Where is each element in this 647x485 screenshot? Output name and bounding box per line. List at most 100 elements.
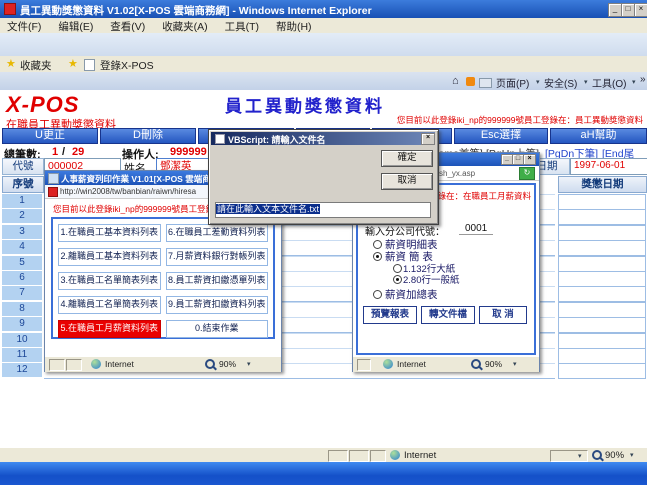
salary-window-statusbar: Internet 90% ▾ xyxy=(353,356,539,372)
award-date-cell xyxy=(558,256,646,272)
radio-paper-132[interactable] xyxy=(393,264,402,273)
menu-item-7[interactable]: 7.月薪資料銀行對帳列表 xyxy=(166,248,269,266)
maximize-button[interactable]: □ xyxy=(621,3,635,17)
menu-item-5-active[interactable]: 5.在職員工月薪資料列表 xyxy=(58,320,161,338)
salary-window-url[interactable]: sh_yx.asp xyxy=(439,169,515,178)
print-icon[interactable] xyxy=(479,78,492,88)
seq-row[interactable]: 10 xyxy=(2,333,42,347)
zoom-level[interactable]: 90% xyxy=(605,450,624,461)
window-title: 員工異動獎懲資料 V1.02[X-POS 雲端商務網] - Windows In… xyxy=(20,3,580,18)
total-count: 29 xyxy=(72,146,84,158)
filename-input[interactable]: 請在此輸入文本文件名.txt xyxy=(215,202,431,218)
favorites-link-xpos[interactable]: 登錄X-POS xyxy=(100,58,154,73)
ok-button[interactable]: 確定 xyxy=(381,150,433,167)
zoom-dd-icon[interactable]: ▾ xyxy=(513,360,517,368)
print-window-favicon xyxy=(48,187,58,197)
award-date-cell xyxy=(558,225,646,241)
seq-row[interactable]: 11 xyxy=(2,348,42,362)
company-code-label: 輸入分公司代號： xyxy=(365,223,445,238)
status-segment xyxy=(66,359,82,371)
seq-row[interactable]: 9 xyxy=(2,317,42,331)
preview-report-button[interactable]: 預覽報表 xyxy=(363,306,417,324)
zoom-dd-icon[interactable]: ▾ xyxy=(247,360,251,368)
cancel-button[interactable]: 取消 xyxy=(381,173,433,190)
total-current: 1 xyxy=(52,146,58,158)
cmd-safety[interactable]: 安全(S) xyxy=(544,75,577,90)
menu-item-1[interactable]: 1.在職員工基本資料列表 xyxy=(58,224,161,242)
menu-item-8[interactable]: 8.員工薪資扣繳憑單列表 xyxy=(166,272,269,290)
seq-row[interactable]: 4 xyxy=(2,240,42,254)
award-date-cell xyxy=(558,240,646,256)
add-favorite-icon[interactable]: ★ xyxy=(68,57,78,70)
zoom-icon xyxy=(592,450,602,460)
radio-paper-80[interactable] xyxy=(393,275,402,284)
login-notice: 您目前以此登錄iki_np的999999號員工登錄在：員工異動獎懲資料 xyxy=(300,114,643,126)
vbscript-dialog-titlebar: VBScript: 請輸入文件名 × xyxy=(211,132,435,145)
seq-row[interactable]: 6 xyxy=(2,271,42,285)
home-icon[interactable]: ⌂ xyxy=(452,75,459,87)
radio-salary-total[interactable] xyxy=(373,290,382,299)
btn-update[interactable]: U更正 xyxy=(2,128,98,144)
award-date-cell xyxy=(558,302,646,318)
export-file-button[interactable]: 轉文件檔 xyxy=(421,306,475,324)
minimize-button[interactable]: _ xyxy=(608,3,622,17)
go-refresh-icon[interactable]: ↻ xyxy=(519,167,535,180)
award-date-cell xyxy=(558,333,646,349)
zoom-level[interactable]: 90% xyxy=(219,359,236,369)
seq-row[interactable]: 12 xyxy=(2,363,42,377)
cmd-tools-dd-icon: ▾ xyxy=(632,78,636,86)
feeds-icon[interactable] xyxy=(466,77,475,86)
menu-item-6[interactable]: 6.在職員工差勤資料列表 xyxy=(166,224,269,242)
seq-row[interactable]: 1 xyxy=(2,194,42,208)
vbscript-dialog: VBScript: 請輸入文件名 × 確定 取消 請在此輸入文本文件名.txt xyxy=(208,129,439,225)
cmd-tools[interactable]: 工具(O) xyxy=(592,75,626,90)
radio-paper-80-label[interactable]: 2.80行一般紙 xyxy=(403,272,460,286)
date-input[interactable]: 1997-06-01 xyxy=(570,158,647,175)
btn-delete[interactable]: D刪除 xyxy=(100,128,196,144)
award-date-cell xyxy=(558,194,646,210)
seq-row[interactable]: 8 xyxy=(2,302,42,316)
menu-item-0-exit[interactable]: 0.結束作業 xyxy=(166,320,269,338)
print-window-statusbar: Internet 90% ▾ xyxy=(45,356,281,372)
cancel-button[interactable]: 取 消 xyxy=(479,306,527,324)
award-date-cell xyxy=(558,348,646,364)
vbscript-dialog-title: VBScript: 請輸入文件名 xyxy=(228,133,413,146)
close-button[interactable]: × xyxy=(634,3,647,17)
close-button[interactable]: × xyxy=(523,154,536,165)
toolbar-overflow-icon[interactable]: » xyxy=(640,74,646,85)
cmd-page[interactable]: 页面(P) xyxy=(496,75,529,90)
menu-item-2[interactable]: 2.離職員工基本資料列表 xyxy=(58,248,161,266)
menu-item-3[interactable]: 3.在職員工名單簡表列表 xyxy=(58,272,161,290)
radio-salary-detail[interactable] xyxy=(373,240,382,249)
pm-dd-icon: ▾ xyxy=(578,452,582,460)
code-label: 代號 xyxy=(2,158,44,175)
btn-help[interactable]: aH幫助 xyxy=(550,128,647,144)
zoom-icon xyxy=(471,359,481,369)
award-date-cell xyxy=(558,271,646,287)
status-segment xyxy=(370,450,386,462)
zoom-level[interactable]: 90% xyxy=(485,359,502,369)
xpos-logo: X-POS xyxy=(6,92,79,118)
favorites-label[interactable]: 收藏夹 xyxy=(20,58,52,73)
protected-mode-box[interactable]: ▾ xyxy=(550,450,588,462)
menu-item-4[interactable]: 4.離職員工名單簡表列表 xyxy=(58,296,161,314)
zone-label: Internet xyxy=(105,359,134,369)
menu-bar: 文件(F) 编辑(E) 查看(V) 收藏夹(A) 工具(T) 帮助(H) xyxy=(0,18,647,34)
seq-header: 序號 xyxy=(2,176,44,193)
btn-esc-select[interactable]: Esc選擇 xyxy=(454,128,548,144)
seq-row[interactable]: 3 xyxy=(2,225,42,239)
close-icon[interactable]: × xyxy=(421,133,435,145)
company-code-value[interactable]: 0001 xyxy=(459,223,493,235)
filename-input-selected-text: 請在此輸入文本文件名.txt xyxy=(216,204,320,214)
menu-item-9[interactable]: 9.員工薪資扣繳資料列表 xyxy=(166,296,269,314)
award-date-cell xyxy=(558,363,646,379)
taskbar: 开始 e » 3 新... 3 W...▾ 3 R...▾ Glob... 4 … xyxy=(0,462,647,485)
favorites-star-icon[interactable]: ★ xyxy=(6,57,16,70)
radio-salary-brief[interactable] xyxy=(373,252,382,261)
radio-salary-total-label[interactable]: 薪資加總表 xyxy=(385,287,438,302)
seq-row[interactable]: 5 xyxy=(2,256,42,270)
zoom-dd-icon[interactable]: ▾ xyxy=(630,451,634,459)
print-menu-panel: 1.在職員工基本資料列表 6.在職員工差勤資料列表 2.離職員工基本資料列表 7… xyxy=(51,217,275,339)
seq-row[interactable]: 2 xyxy=(2,209,42,223)
seq-row[interactable]: 7 xyxy=(2,286,42,300)
